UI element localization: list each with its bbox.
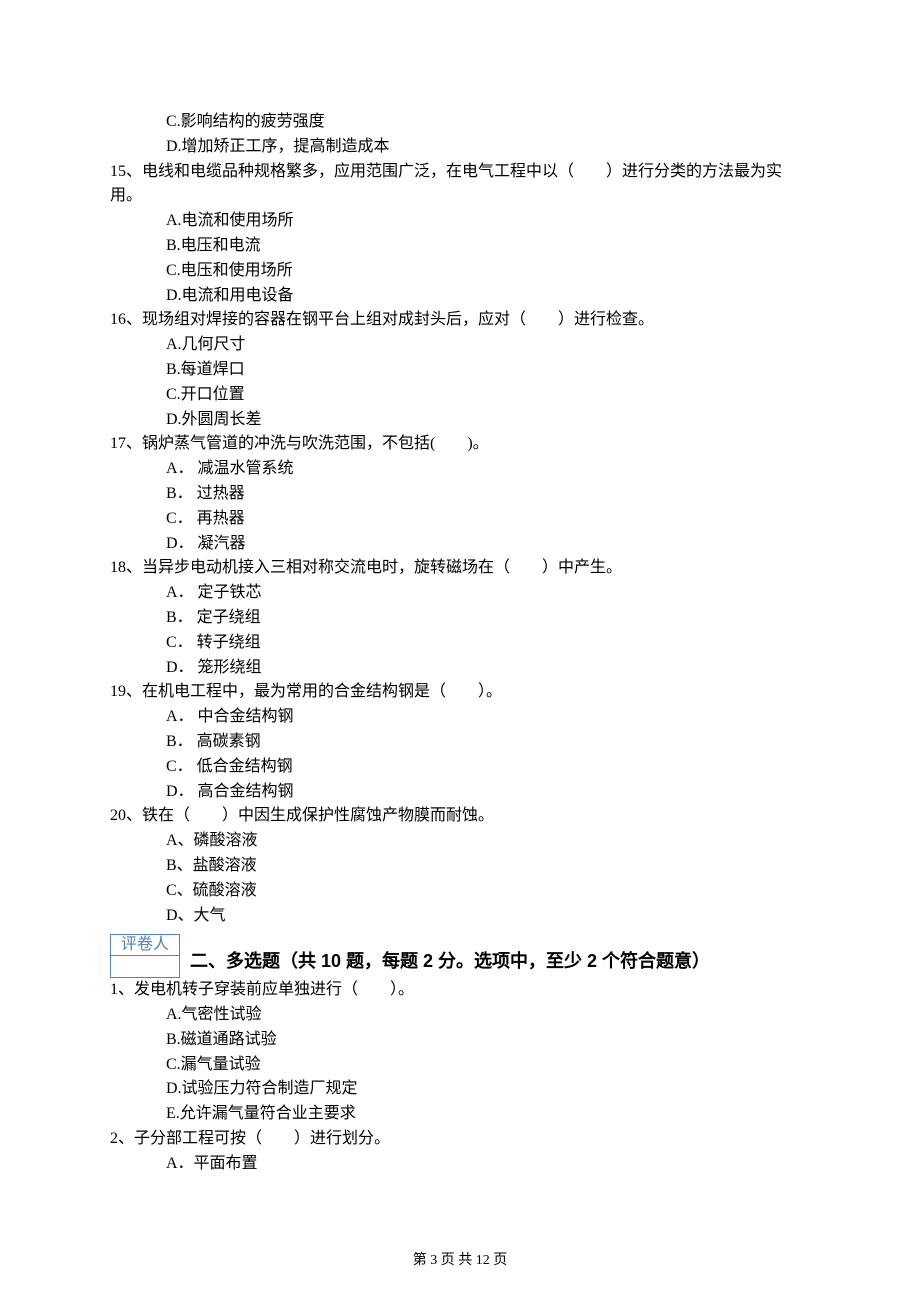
question-stem: 2、子分部工程可按（ ）进行划分。: [110, 1127, 810, 1152]
question-number: 19、: [110, 683, 142, 700]
option-d: D． 笼形绕组: [166, 656, 810, 681]
question-text: 现场组对焊接的容器在钢平台上组对成封头后，应对（ ）进行检查。: [142, 311, 654, 328]
option-d: D.增加矫正工序，提高制造成本: [166, 135, 810, 160]
section-2-title: 二、多选题（共 10 题，每题 2 分。选项中，至少 2 个符合题意）: [190, 948, 710, 978]
page-footer: 第 3 页 共 12 页: [0, 1250, 920, 1272]
question-text: 锅炉蒸气管道的冲洗与吹洗范围，不包括( )。: [142, 435, 489, 452]
question-number: 2、: [110, 1130, 134, 1147]
question-text: 电线和电缆品种规格繁多，应用范围广泛，在电气工程中以（ ）进行分类的方法最为实用…: [110, 163, 782, 205]
option-c: C、硫酸溶液: [166, 879, 810, 904]
question-text: 当异步电动机接入三相对称交流电时，旋转磁场在（ ）中产生。: [142, 559, 622, 576]
question-options: A、磷酸溶液 B、盐酸溶液 C、硫酸溶液 D、大气: [110, 829, 810, 928]
option-d: D.外圆周长差: [166, 408, 810, 433]
option-e: E.允许漏气量符合业主要求: [166, 1102, 810, 1127]
option-d: D、大气: [166, 904, 810, 929]
option-a: A.气密性试验: [166, 1003, 810, 1028]
section-2-header: 评卷人 二、多选题（共 10 题，每题 2 分。选项中，至少 2 个符合题意）: [110, 934, 810, 978]
question-options: A.气密性试验 B.磁道通路试验 C.漏气量试验 D.试验压力符合制造厂规定 E…: [110, 1003, 810, 1127]
option-d: D.试验压力符合制造厂规定: [166, 1077, 810, 1102]
option-c: C.开口位置: [166, 383, 810, 408]
option-a: A． 定子铁芯: [166, 581, 810, 606]
grader-label-cell: 评卷人: [110, 934, 180, 956]
question-number: 20、: [110, 807, 142, 824]
question-2-1: 1、发电机转子穿装前应单独进行（ ）。 A.气密性试验 B.磁道通路试验 C.漏…: [110, 978, 810, 1127]
question-options: A． 定子铁芯 B． 定子绕组 C． 转子绕组 D． 笼形绕组: [110, 581, 810, 680]
option-b: B.每道焊口: [166, 358, 810, 383]
option-c: C.影响结构的疲劳强度: [166, 110, 810, 135]
question-options: A． 中合金结构钢 B． 高碳素钢 C． 低合金结构钢 D． 高合金结构钢: [110, 705, 810, 804]
option-b: B． 高碳素钢: [166, 730, 810, 755]
question-stem: 16、现场组对焊接的容器在钢平台上组对成封头后，应对（ ）进行检查。: [110, 308, 810, 333]
question-20: 20、铁在（ ）中因生成保护性腐蚀产物膜而耐蚀。 A、磷酸溶液 B、盐酸溶液 C…: [110, 804, 810, 928]
question-number: 17、: [110, 435, 142, 452]
option-b: B、盐酸溶液: [166, 854, 810, 879]
question-text: 铁在（ ）中因生成保护性腐蚀产物膜而耐蚀。: [142, 807, 494, 824]
option-d: D． 高合金结构钢: [166, 780, 810, 805]
question-text: 在机电工程中，最为常用的合金结构钢是（ ）。: [142, 683, 502, 700]
option-c: C.漏气量试验: [166, 1053, 810, 1078]
option-a: A． 减温水管系统: [166, 457, 810, 482]
option-a: A、磷酸溶液: [166, 829, 810, 854]
option-a: A． 中合金结构钢: [166, 705, 810, 730]
question-number: 18、: [110, 559, 142, 576]
option-b: B． 定子绕组: [166, 606, 810, 631]
question-stem: 19、在机电工程中，最为常用的合金结构钢是（ ）。: [110, 680, 810, 705]
question-options: A.几何尺寸 B.每道焊口 C.开口位置 D.外圆周长差: [110, 333, 810, 432]
question-stem: 1、发电机转子穿装前应单独进行（ ）。: [110, 978, 810, 1003]
option-b: B.磁道通路试验: [166, 1028, 810, 1053]
option-d: D.电流和用电设备: [166, 284, 810, 309]
option-c: C． 转子绕组: [166, 631, 810, 656]
option-b: B.电压和电流: [166, 234, 810, 259]
question-options: A． 减温水管系统 B． 过热器 C． 再热器 D． 凝汽器: [110, 457, 810, 556]
option-b: B． 过热器: [166, 482, 810, 507]
option-a: A.几何尺寸: [166, 333, 810, 358]
question-19: 19、在机电工程中，最为常用的合金结构钢是（ ）。 A． 中合金结构钢 B． 高…: [110, 680, 810, 804]
document-page: C.影响结构的疲劳强度 D.增加矫正工序，提高制造成本 15、电线和电缆品种规格…: [0, 0, 920, 1302]
question-stem: 17、锅炉蒸气管道的冲洗与吹洗范围，不包括( )。: [110, 432, 810, 457]
question-number: 15、: [110, 163, 142, 180]
question-17: 17、锅炉蒸气管道的冲洗与吹洗范围，不包括( )。 A． 减温水管系统 B． 过…: [110, 432, 810, 556]
question-18: 18、当异步电动机接入三相对称交流电时，旋转磁场在（ ）中产生。 A． 定子铁芯…: [110, 556, 810, 680]
question-options: A．平面布置: [110, 1152, 810, 1177]
option-c: C． 再热器: [166, 507, 810, 532]
question-stem: 18、当异步电动机接入三相对称交流电时，旋转磁场在（ ）中产生。: [110, 556, 810, 581]
question-number: 16、: [110, 311, 142, 328]
option-c: C.电压和使用场所: [166, 259, 810, 284]
question-2-2: 2、子分部工程可按（ ）进行划分。 A．平面布置: [110, 1127, 810, 1177]
question-16: 16、现场组对焊接的容器在钢平台上组对成封头后，应对（ ）进行检查。 A.几何尺…: [110, 308, 810, 432]
question-15: 15、电线和电缆品种规格繁多，应用范围广泛，在电气工程中以（ ）进行分类的方法最…: [110, 160, 810, 309]
question-text: 子分部工程可按（ ）进行划分。: [134, 1130, 390, 1147]
option-c: C． 低合金结构钢: [166, 755, 810, 780]
grader-box: 评卷人: [110, 934, 180, 978]
question-stem: 15、电线和电缆品种规格繁多，应用范围广泛，在电气工程中以（ ）进行分类的方法最…: [110, 160, 810, 210]
question-14-options-partial: C.影响结构的疲劳强度 D.增加矫正工序，提高制造成本: [110, 110, 810, 160]
question-stem: 20、铁在（ ）中因生成保护性腐蚀产物膜而耐蚀。: [110, 804, 810, 829]
question-options: A.电流和使用场所 B.电压和电流 C.电压和使用场所 D.电流和用电设备: [110, 209, 810, 308]
option-d: D． 凝汽器: [166, 532, 810, 557]
question-text: 发电机转子穿装前应单独进行（ ）。: [134, 981, 414, 998]
grader-empty-cell: [110, 956, 180, 978]
option-a: A.电流和使用场所: [166, 209, 810, 234]
question-number: 1、: [110, 981, 134, 998]
option-a: A．平面布置: [166, 1152, 810, 1177]
